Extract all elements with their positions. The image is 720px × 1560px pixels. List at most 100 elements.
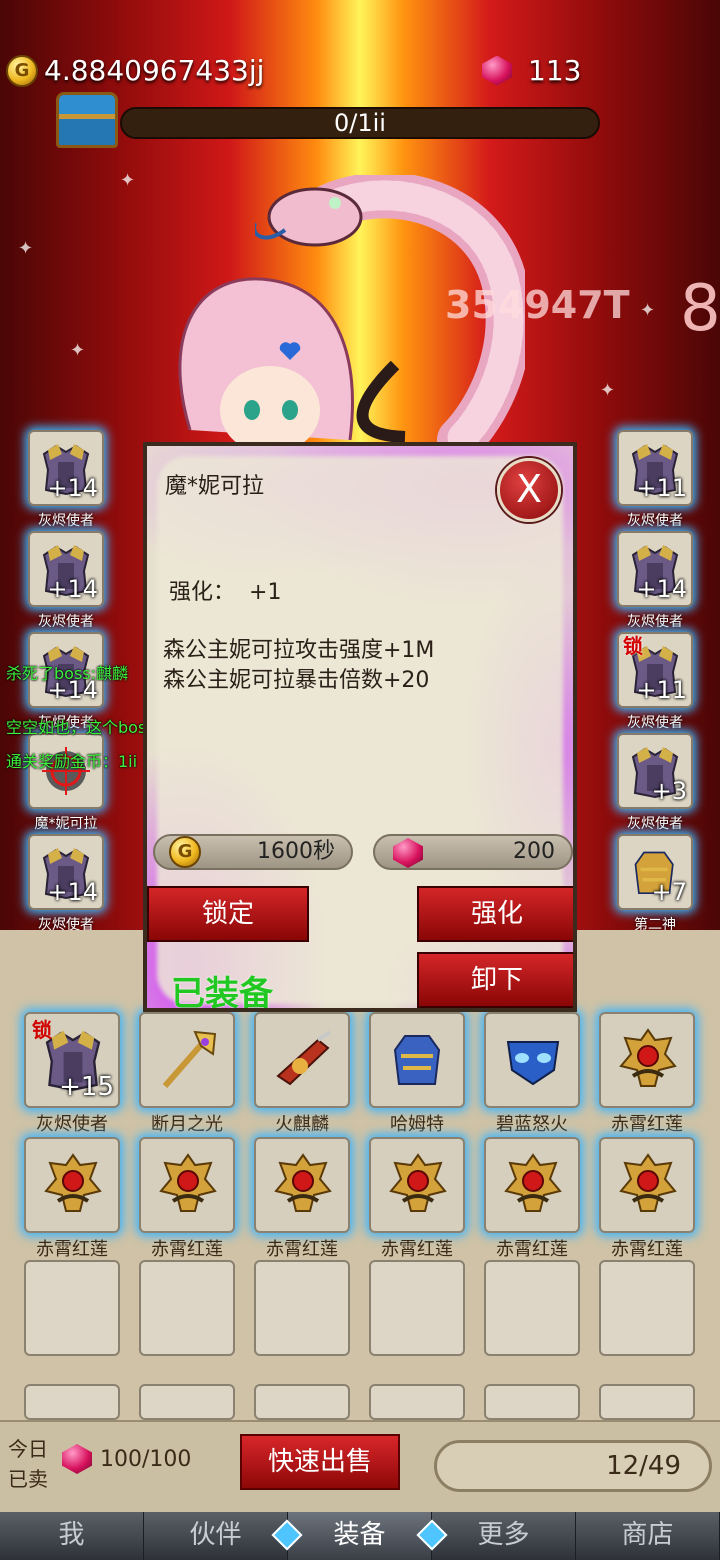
enhance-level: +14 (47, 575, 98, 603)
empty-inventory-slot[interactable] (24, 1260, 120, 1356)
inventory-item[interactable] (139, 1137, 235, 1233)
quick-sell-button[interactable]: 快速出售 (240, 1434, 400, 1490)
tab-more[interactable]: 更多 (432, 1512, 576, 1560)
gold-cost: G 1600秒 (153, 834, 353, 870)
helm-icon (615, 1026, 681, 1092)
item-name: 哈姆特 (390, 1114, 444, 1135)
enhance-level: 强化： +1 (169, 580, 282, 605)
helm-icon (270, 1151, 336, 1217)
right-equip-slot[interactable]: +11 (617, 430, 693, 506)
gem-icon (482, 55, 512, 86)
sparkle-icon: ✦ (640, 300, 656, 321)
sparkle-icon: ✦ (120, 170, 136, 191)
bottom-bar: 今日 已卖 100/100 快速出售 12/49 (0, 1420, 720, 1512)
right-equip-slot[interactable]: +7 (617, 834, 693, 910)
empty-inventory-slot[interactable] (484, 1384, 580, 1420)
empty-inventory-slot[interactable] (369, 1384, 465, 1420)
enhance-level: +7 (651, 878, 687, 906)
close-button[interactable]: X (497, 458, 561, 522)
right-equip-slot[interactable]: +11 锁 (617, 632, 693, 708)
inventory-item[interactable] (254, 1012, 350, 1108)
lock-badge: 锁 (32, 1018, 52, 1042)
stage-progress-bar: 0/1ii (120, 107, 600, 139)
item-detail-dialog: 魔*妮可拉 X 强化： +1 森公主妮可拉攻击强度+1M 森公主妮可拉暴击倍数+… (143, 442, 577, 1012)
log-line: 通关奖励金币：1ii (6, 752, 138, 771)
empty-inventory-slot[interactable] (484, 1260, 580, 1356)
gauntlet-icon (385, 1026, 451, 1092)
empty-inventory-slot[interactable] (139, 1260, 235, 1356)
sparkle-icon: ✦ (70, 340, 86, 361)
empty-inventory-slot[interactable] (254, 1260, 350, 1356)
empty-inventory-slot[interactable] (369, 1260, 465, 1356)
item-name: 断月之光 (151, 1114, 223, 1135)
slot-name: 灰烬使者 (627, 513, 683, 529)
inventory-item[interactable]: +15 锁 (24, 1012, 120, 1108)
tab-partners[interactable]: 伙伴 (144, 1512, 288, 1560)
empty-inventory-slot[interactable] (24, 1384, 120, 1420)
sold-today-label: 今日 已卖 (8, 1437, 48, 1491)
slot-name: 灰烬使者 (627, 715, 683, 731)
cannon-icon (270, 1026, 336, 1092)
inventory-item[interactable] (24, 1137, 120, 1233)
helm-icon (615, 1151, 681, 1217)
gold-coin-icon: G (169, 836, 201, 868)
staff-icon (155, 1026, 221, 1092)
empty-inventory-slot[interactable] (599, 1384, 695, 1420)
inventory-item[interactable] (484, 1012, 580, 1108)
left-equip-slot[interactable]: +14 (28, 834, 104, 910)
lock-button[interactable]: 锁定 (147, 886, 309, 942)
inventory-item[interactable] (139, 1012, 235, 1108)
helm-icon (500, 1151, 566, 1217)
slot-name: 魔*妮可拉 (34, 816, 98, 832)
right-equip-slot[interactable]: +14 (617, 531, 693, 607)
sold-counter: 100/100 (62, 1444, 191, 1474)
treasure-chest-icon[interactable] (56, 92, 118, 148)
tab-equipment[interactable]: 装备 (271, 1512, 448, 1560)
gem-amount: 113 (528, 54, 582, 87)
sparkle-icon: ✦ (600, 380, 616, 401)
left-equip-slot[interactable]: +14 (28, 430, 104, 506)
helm-icon (385, 1151, 451, 1217)
bottom-nav: 我 伙伴 装备 更多 商店 (0, 1512, 720, 1560)
sold-count: 100/100 (100, 1446, 192, 1472)
enhance-level: +15 (59, 1072, 114, 1102)
gem-cost: 200 (373, 834, 573, 870)
item-stat: 森公主妮可拉暴击倍数+20 (163, 668, 430, 693)
inventory-item[interactable] (369, 1137, 465, 1233)
inventory-item[interactable] (254, 1137, 350, 1233)
log-line: 杀死了boss:麒麟 (6, 664, 129, 683)
item-name: 碧蓝怒火 (496, 1114, 568, 1135)
item-name: 灰烬使者 (36, 1114, 108, 1135)
empty-inventory-slot[interactable] (254, 1384, 350, 1420)
slot-name: 灰烬使者 (38, 513, 94, 529)
item-name: 赤霄红莲 (611, 1239, 683, 1260)
gold-counter: G 4.8840967433jj (6, 54, 264, 87)
item-name: 赤霄红莲 (266, 1239, 338, 1260)
damage-number: 354947T (445, 283, 630, 327)
combo-counter: 8 (680, 272, 720, 346)
empty-inventory-slot[interactable] (599, 1260, 695, 1356)
sparkle-icon: ✦ (18, 238, 34, 259)
enhance-level: +3 (651, 777, 687, 805)
enhance-level: +14 (47, 878, 98, 906)
tab-shop[interactable]: 商店 (576, 1512, 720, 1560)
enhance-button[interactable]: 强化 (417, 886, 573, 942)
gold-amount: 4.8840967433jj (44, 54, 265, 87)
left-equip-slot[interactable]: +14 (28, 531, 104, 607)
unequip-button[interactable]: 卸下 (417, 952, 573, 1008)
gem-icon (393, 838, 423, 868)
item-name: 赤霄红莲 (151, 1239, 223, 1260)
item-title: 魔*妮可拉 (165, 474, 265, 499)
right-equip-slot[interactable]: +3 (617, 733, 693, 809)
gold-coin-icon: G (6, 54, 38, 87)
tab-me[interactable]: 我 (0, 1512, 144, 1560)
gem-counter: 113 (482, 54, 581, 87)
mask-icon (500, 1026, 566, 1092)
inventory-item[interactable] (369, 1012, 465, 1108)
inventory-item[interactable] (599, 1012, 695, 1108)
inventory-item[interactable] (599, 1137, 695, 1233)
inventory-item[interactable] (484, 1137, 580, 1233)
empty-inventory-slot[interactable] (139, 1384, 235, 1420)
stage-progress-text: 0/1ii (334, 109, 386, 137)
item-name: 火麒麟 (275, 1114, 329, 1135)
